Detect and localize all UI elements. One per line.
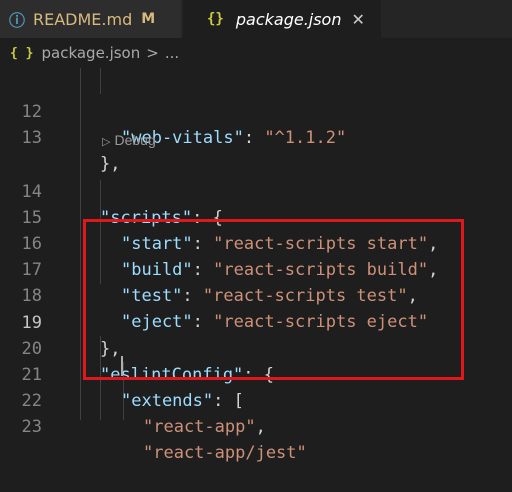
modified-badge: M bbox=[141, 11, 156, 27]
tab-bar: ⓘ README.md M {} package.json ✕ bbox=[0, 0, 512, 38]
chevron-right-icon: > bbox=[146, 44, 159, 62]
code-line: 23 "react-app/jest" bbox=[0, 388, 512, 463]
json-string: "^1.1.2" bbox=[264, 128, 347, 148]
codelens-label: Debug bbox=[114, 132, 156, 148]
breadcrumb-more[interactable]: ... bbox=[165, 44, 179, 62]
code-line: 12 "web-vitals": "^1.1.2" bbox=[0, 73, 512, 148]
json-braces-icon: { } bbox=[10, 45, 34, 61]
tab-package-json[interactable]: {} package.json ✕ bbox=[183, 0, 381, 38]
code-line: 13 }, bbox=[0, 99, 512, 174]
close-icon[interactable]: ✕ bbox=[351, 10, 364, 29]
breadcrumb: { } package.json > ... bbox=[0, 38, 512, 68]
json-braces-icon: {} bbox=[207, 11, 224, 27]
tab-label: package.json bbox=[235, 9, 342, 29]
tab-readme[interactable]: ⓘ README.md M bbox=[0, 0, 182, 38]
play-icon: ▷ bbox=[102, 136, 111, 148]
code-line: 15 "start": "react-scripts start", bbox=[0, 179, 512, 254]
scripts-highlight-box bbox=[83, 219, 464, 380]
debug-codelens[interactable]: ▷ Debug bbox=[102, 131, 156, 149]
line-number: 23 bbox=[21, 417, 42, 437]
punct: , bbox=[255, 417, 266, 437]
json-string: "react-app/jest" bbox=[143, 443, 307, 463]
info-icon: ⓘ bbox=[8, 11, 25, 30]
tab-label: README.md bbox=[33, 9, 133, 29]
line-number: 13 bbox=[21, 128, 42, 148]
text-cursor bbox=[121, 356, 123, 376]
json-string: "react-app" bbox=[143, 417, 256, 437]
punct: : bbox=[243, 128, 265, 148]
breadcrumb-file[interactable]: package.json bbox=[41, 44, 140, 62]
code-line: 14 "scripts": { bbox=[0, 153, 512, 228]
code-editor[interactable]: 12 "web-vitals": "^1.1.2" 13 }, ▷ Debug 1… bbox=[0, 68, 512, 463]
